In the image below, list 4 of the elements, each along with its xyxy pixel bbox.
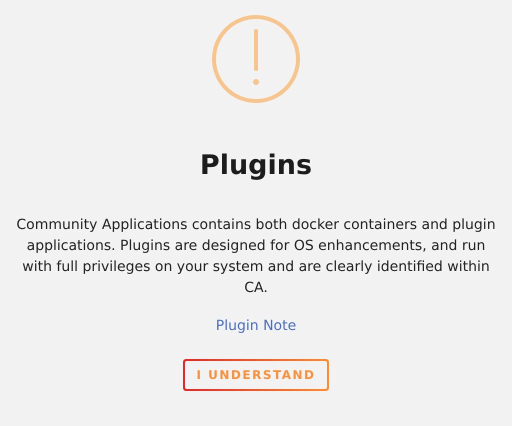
plugin-note-link[interactable]: Plugin Note	[216, 316, 296, 336]
dialog-title: Plugins	[200, 149, 312, 183]
dialog-message: Community Applications contains both docker containers and plugin applications. Plugins are designed for OS enhancements, and run with full privileges on your system and are clearly identified within CA.	[15, 216, 497, 298]
warning-icon	[211, 14, 301, 104]
